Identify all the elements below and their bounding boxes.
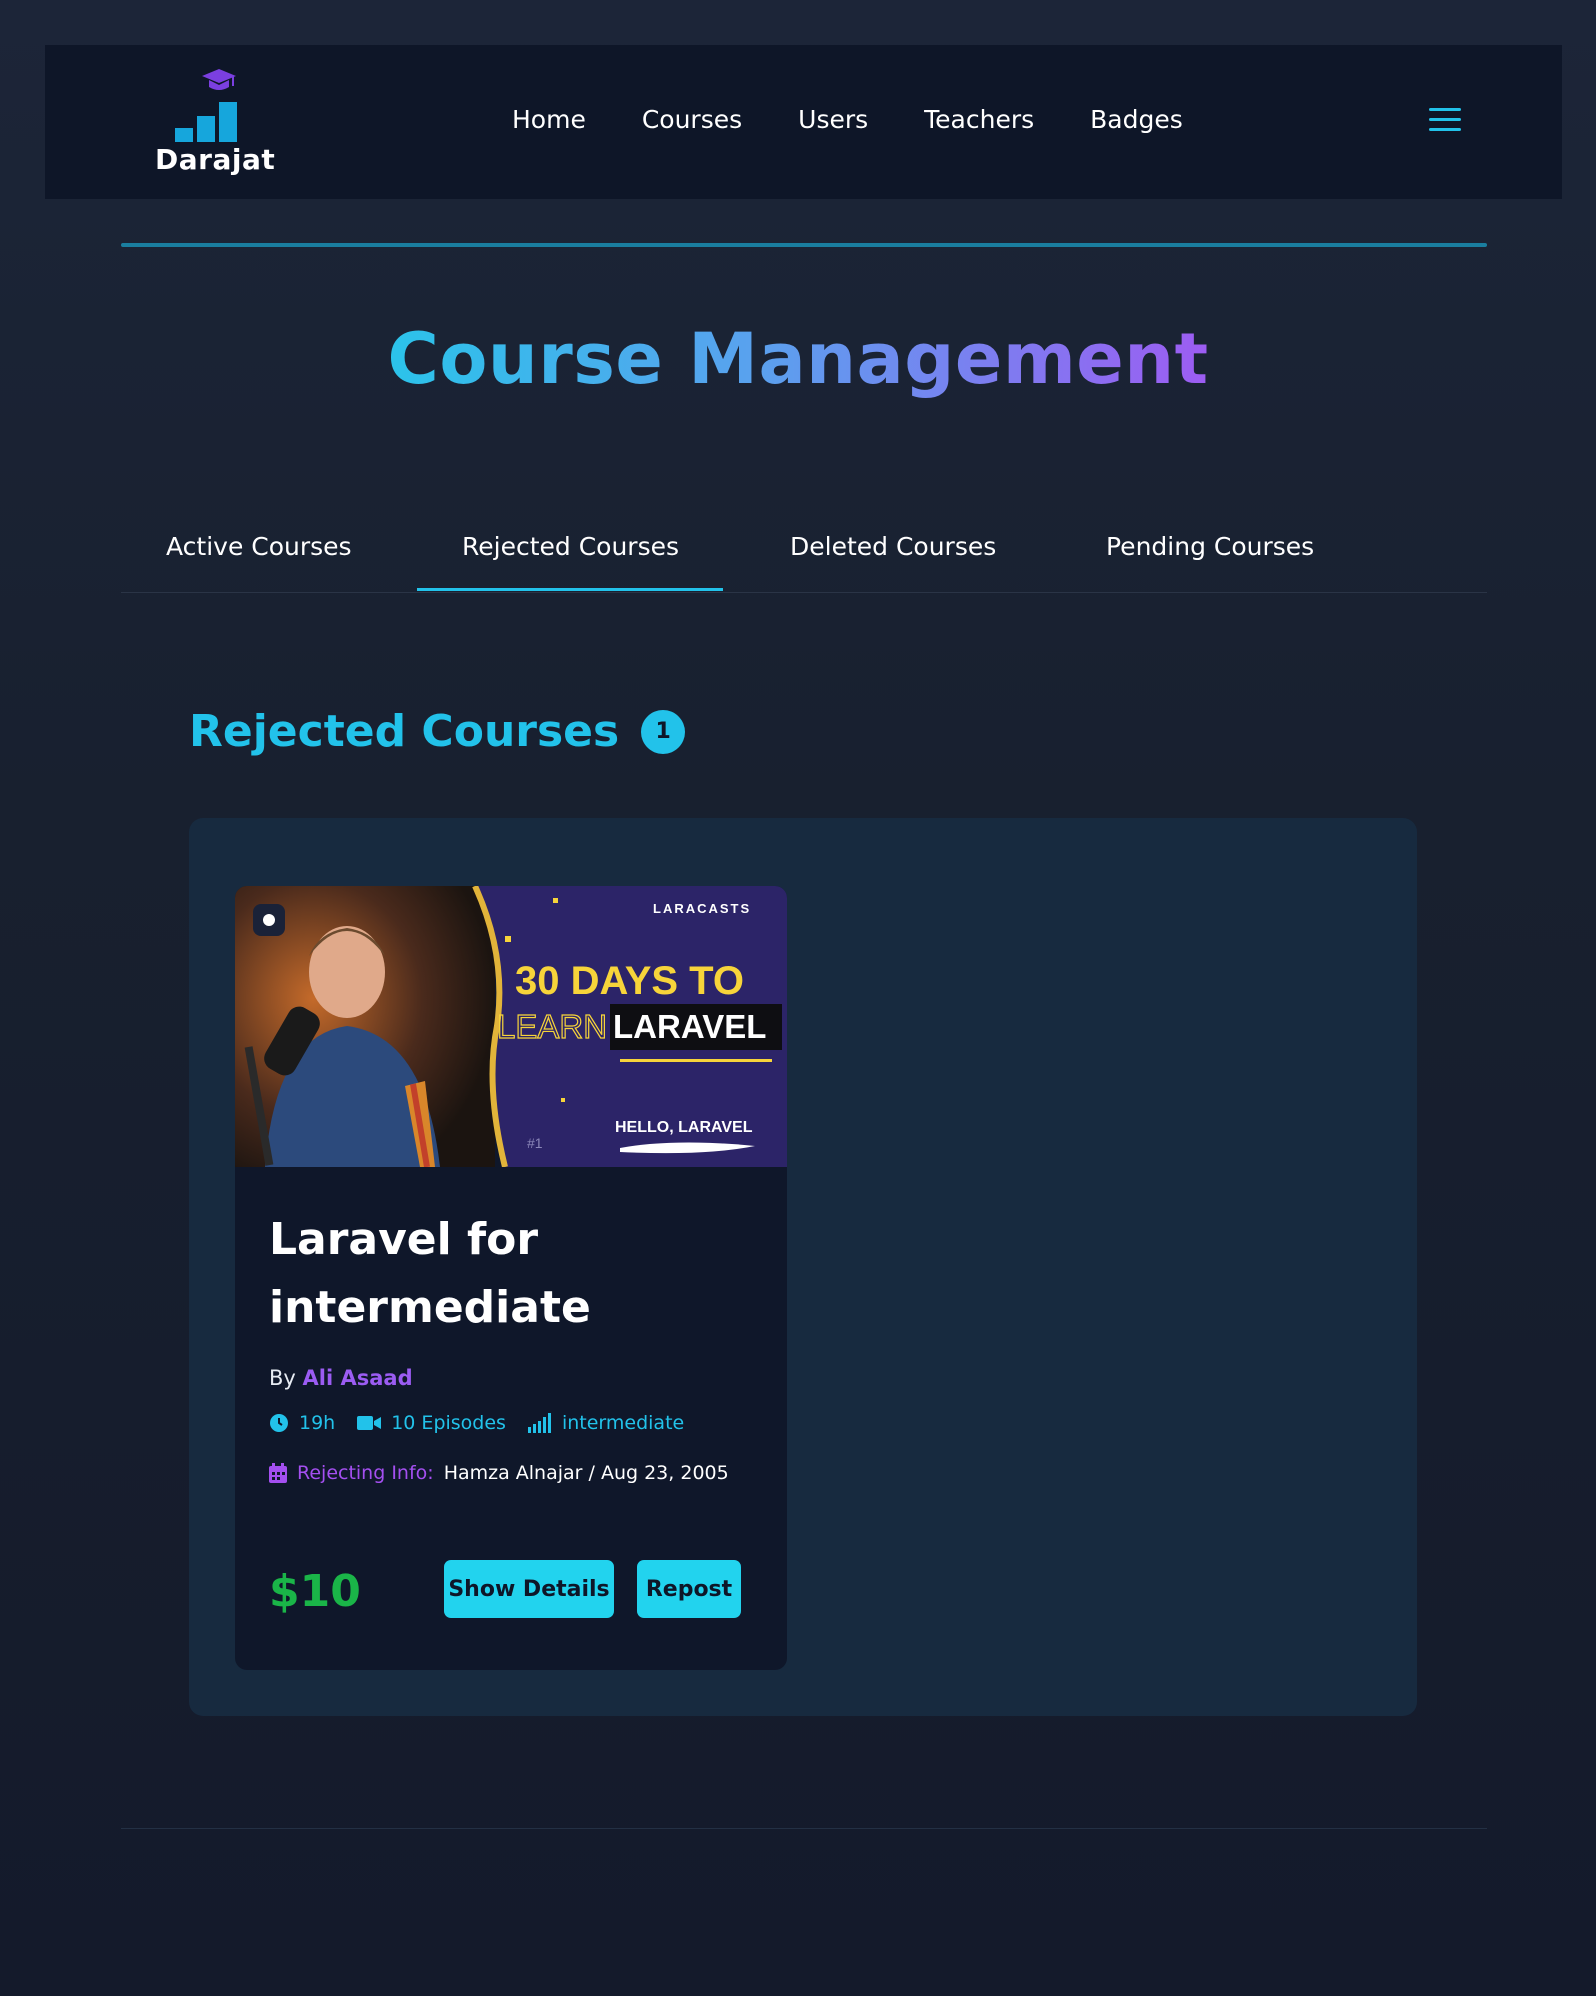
rejecting-label: Rejecting Info: xyxy=(297,1462,434,1484)
rejecting-value: Hamza Alnajar / Aug 23, 2005 xyxy=(443,1462,729,1484)
course-card-body: Laravel for intermediate By Ali Asaad 19… xyxy=(269,1206,759,1484)
course-meta: 19h 10 Episodes intermediate xyxy=(269,1412,759,1434)
course-tabs: Active Courses Rejected Courses Deleted … xyxy=(121,522,1487,593)
nav-link-users[interactable]: Users xyxy=(798,105,868,134)
active-tab-indicator xyxy=(417,588,723,591)
duration-meta: 19h xyxy=(269,1412,335,1434)
hamburger-menu-icon[interactable] xyxy=(1429,108,1461,132)
nav-links: Home Courses Users Teachers Badges xyxy=(512,105,1183,134)
nav-link-courses[interactable]: Courses xyxy=(642,105,742,134)
nav-link-home[interactable]: Home xyxy=(512,105,586,134)
signal-bars-icon xyxy=(527,1413,551,1433)
course-price: $10 xyxy=(269,1566,361,1617)
nav-link-teachers[interactable]: Teachers xyxy=(924,105,1034,134)
brand-logo[interactable]: Darajat xyxy=(155,67,285,177)
thumbnail-line2-outline: LEARN xyxy=(497,1008,607,1045)
tab-pending-courses[interactable]: Pending Courses xyxy=(1106,532,1314,561)
course-card: LARACASTS 30 DAYS TO LEARN LARAVEL HELLO… xyxy=(235,886,787,1670)
calendar-icon xyxy=(269,1463,287,1483)
course-author: By Ali Asaad xyxy=(269,1366,759,1390)
episodes-text: 10 Episodes xyxy=(391,1412,506,1434)
episodes-meta: 10 Episodes xyxy=(357,1412,506,1434)
repost-button[interactable]: Repost xyxy=(637,1560,741,1618)
duration-text: 19h xyxy=(299,1412,336,1434)
thumbnail-brand-text: LARACASTS xyxy=(653,901,751,916)
header-divider xyxy=(121,243,1487,247)
count-badge: 1 xyxy=(641,709,686,754)
navbar: Darajat Home Courses Users Teachers Badg… xyxy=(45,45,1562,199)
section-heading: Rejected Courses 1 xyxy=(189,706,686,757)
tab-rejected-courses[interactable]: Rejected Courses xyxy=(462,532,679,561)
courses-panel: LARACASTS 30 DAYS TO LEARN LARAVEL HELLO… xyxy=(189,818,1417,1716)
tab-active-courses[interactable]: Active Courses xyxy=(166,532,352,561)
author-name[interactable]: Ali Asaad xyxy=(303,1366,413,1390)
thumbnail-episode-title: HELLO, LARAVEL xyxy=(615,1119,753,1136)
rejecting-info: Rejecting Info: Hamza Alnajar / Aug 23, … xyxy=(269,1462,759,1484)
brand-name: Darajat xyxy=(155,143,276,176)
show-details-button[interactable]: Show Details xyxy=(444,1560,614,1618)
course-thumbnail-image: LARACASTS 30 DAYS TO LEARN LARAVEL HELLO… xyxy=(235,886,787,1167)
video-camera-icon xyxy=(357,1416,382,1430)
clock-icon xyxy=(270,1414,288,1432)
graduation-cap-icon xyxy=(202,69,236,90)
level-meta: intermediate xyxy=(527,1412,685,1434)
author-prefix: By xyxy=(269,1366,296,1390)
level-text: intermediate xyxy=(561,1412,685,1434)
tab-deleted-courses[interactable]: Deleted Courses xyxy=(790,532,996,561)
page-title: Course Management xyxy=(387,318,1209,400)
footer-divider xyxy=(121,1828,1487,1829)
nav-link-badges[interactable]: Badges xyxy=(1090,105,1183,134)
thumbnail-line1: 30 DAYS TO xyxy=(515,959,744,1003)
course-title: Laravel for intermediate xyxy=(269,1214,591,1333)
bar-chart-icon xyxy=(175,92,255,142)
section-title: Rejected Courses xyxy=(189,706,620,757)
course-thumbnail: LARACASTS 30 DAYS TO LEARN LARAVEL HELLO… xyxy=(235,886,787,1167)
thumbnail-line2-solid: LARAVEL xyxy=(613,1008,766,1045)
thumbnail-episode-tag: #1 xyxy=(527,1135,543,1151)
